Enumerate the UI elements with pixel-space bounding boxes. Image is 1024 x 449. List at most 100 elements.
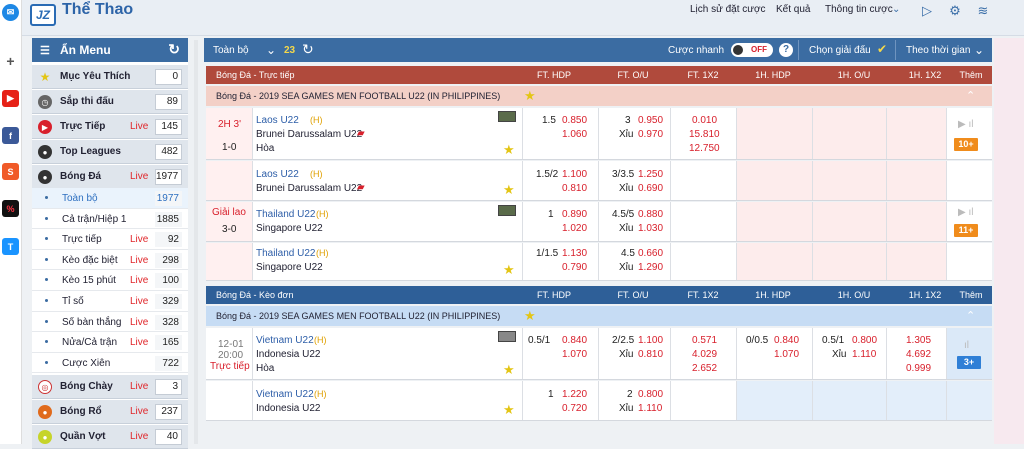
play-icon[interactable]: ▷ <box>920 4 934 18</box>
odds-cell[interactable]: 0.010 <box>692 115 717 126</box>
odds-cell[interactable]: 2.652 <box>692 363 717 374</box>
favorite-star-icon[interactable]: ★ <box>524 309 536 322</box>
wifi-icon[interactable]: ≋ <box>976 4 990 18</box>
gear-icon[interactable]: ⚙ <box>948 4 962 18</box>
odds-cell[interactable]: 1.060 <box>562 129 587 140</box>
odds-cell[interactable]: 1.100 <box>638 335 663 346</box>
chevron-down-icon[interactable]: ⌄ <box>892 4 900 15</box>
favorite-star-icon[interactable]: ★ <box>503 263 515 276</box>
favorite-star-icon[interactable]: ★ <box>503 143 515 156</box>
odds-cell[interactable]: 0.840 <box>562 335 587 346</box>
more-bets-button[interactable]: 11+ <box>954 224 978 237</box>
chevron-down-icon[interactable]: ⌄ <box>974 43 984 57</box>
odds-cell[interactable]: 1.030 <box>638 223 663 234</box>
sidebar-sub-all[interactable]: Toàn bộ 1977 <box>32 188 188 209</box>
sidebar-sub-score[interactable]: Tỉ số Live 329 <box>32 291 188 312</box>
sidebar-item-football[interactable]: ● Bóng Đá Live 1977 <box>32 165 188 189</box>
sidebar-sub-live[interactable]: Trực tiếp Live 92 <box>32 229 188 250</box>
field-icon[interactable] <box>498 331 516 342</box>
odds-cell[interactable]: 0.800 <box>852 335 877 346</box>
sidebar-item-tennis[interactable]: ● Quần Vợt Live 40 <box>32 425 188 449</box>
sidebar-header[interactable]: ☰ Ẩn Menu ↻ <box>32 38 188 62</box>
odds-cell[interactable]: 0.660 <box>638 248 663 259</box>
messenger-icon[interactable]: ✉ <box>2 4 19 21</box>
more-bets-button[interactable]: 10+ <box>954 138 978 151</box>
menu-icon[interactable]: ☰ <box>40 44 50 57</box>
quick-bet-toggle[interactable]: OFF <box>731 43 773 57</box>
odds-cell[interactable]: 1.130 <box>562 248 587 259</box>
odds-cell[interactable]: 1.305 <box>906 335 931 346</box>
chevron-down-icon[interactable]: ⌄ <box>266 43 276 57</box>
sidebar-sub-fulltime[interactable]: Cả trận/Hiệp 1 1885 <box>32 208 188 230</box>
sidebar-sub-parlay[interactable]: Cược Xiên 722 <box>32 352 188 374</box>
all-filter[interactable]: Toàn bộ <box>213 45 249 56</box>
choose-league-button[interactable]: Chọn giải đấu <box>809 45 871 56</box>
odds-cell[interactable]: 0.810 <box>638 349 663 360</box>
tiki-icon[interactable]: T <box>2 238 19 255</box>
odds-cell[interactable]: 1.020 <box>562 223 587 234</box>
sidebar-item-baseball[interactable]: ◎ Bóng Chày Live 3 <box>32 375 188 399</box>
sidebar-sub-15min[interactable]: Kèo 15 phút Live 100 <box>32 270 188 291</box>
sidebar-sub-goals[interactable]: Số bàn thắng Live 328 <box>32 311 188 333</box>
odds-cell[interactable]: 0.840 <box>774 335 799 346</box>
sidebar-item-top-leagues[interactable]: ● Top Leagues 482 <box>32 140 188 164</box>
favorite-star-icon[interactable]: ★ <box>503 403 515 416</box>
side-banner-ad[interactable] <box>994 38 1024 444</box>
odds-cell[interactable]: 1.220 <box>562 389 587 400</box>
odds-cell[interactable]: 0.690 <box>638 183 663 194</box>
odds-cell[interactable]: 1.110 <box>638 403 662 414</box>
odds-cell[interactable]: 0.790 <box>562 262 587 273</box>
nav-bet-info[interactable]: Thông tin cược <box>825 4 893 15</box>
sidebar-item-basketball[interactable]: ● Bóng Rổ Live 237 <box>32 400 188 424</box>
collapse-icon[interactable]: ⌃ <box>966 309 975 322</box>
odds-cell[interactable]: 0.850 <box>562 115 587 126</box>
odds-cell[interactable]: 4.692 <box>906 349 931 360</box>
refresh-icon[interactable]: ↻ <box>168 41 180 58</box>
more-bets-button[interactable]: 3+ <box>957 356 981 369</box>
sidebar-item-live[interactable]: ▶ Trực Tiếp Live 145 <box>32 115 188 139</box>
shopee-icon[interactable]: S <box>2 163 19 180</box>
odds-cell[interactable]: 1.070 <box>562 349 587 360</box>
odds-cell[interactable]: 0.810 <box>562 183 587 194</box>
help-button[interactable]: ? <box>779 43 793 57</box>
odds-cell[interactable]: 12.750 <box>689 143 720 154</box>
favorite-star-icon[interactable]: ★ <box>503 183 515 196</box>
sidebar-item-favorites[interactable]: ★ Mục Yêu Thích 0 <box>32 65 188 89</box>
nav-bet-history[interactable]: Lịch sử đặt cược <box>690 4 766 15</box>
odds-cell[interactable]: 0.970 <box>638 129 663 140</box>
odds-cell[interactable]: 0.999 <box>906 363 931 374</box>
collapse-icon[interactable]: ⌃ <box>966 89 975 102</box>
odds-cell[interactable]: 0.950 <box>638 115 663 126</box>
blackfriday-icon[interactable]: % <box>2 200 19 217</box>
odds-cell[interactable]: 0.880 <box>638 209 663 220</box>
add-icon[interactable]: + <box>2 52 19 69</box>
odds-cell[interactable]: 15.810 <box>689 129 720 140</box>
sidebar-item-upcoming[interactable]: ◷ Sắp thi đấu 89 <box>32 90 188 114</box>
nav-results[interactable]: Kết quả <box>776 4 810 15</box>
facebook-icon[interactable]: f <box>2 127 19 144</box>
sort-by-time[interactable]: Theo thời gian <box>906 45 970 56</box>
live-field-icon[interactable] <box>498 111 516 122</box>
odds-cell[interactable]: 0.890 <box>562 209 587 220</box>
refresh-icon[interactable]: ↻ <box>302 41 314 58</box>
sidebar-sub-special[interactable]: Kèo đặc biệt Live 298 <box>32 249 188 271</box>
league-row[interactable]: Bóng Đá - 2019 SEA GAMES MEN FOOTBALL U2… <box>206 86 992 106</box>
odds-cell[interactable]: 4.029 <box>692 349 717 360</box>
odds-cell[interactable]: 1.070 <box>774 349 799 360</box>
odds-cell[interactable]: 1.250 <box>638 169 663 180</box>
stats-icon[interactable]: ▶ ıl <box>958 119 973 130</box>
odds-cell[interactable]: 0.800 <box>638 389 663 400</box>
odds-cell[interactable]: 0.720 <box>562 403 587 414</box>
stats-icon[interactable]: ıl <box>964 340 969 351</box>
favorite-star-icon[interactable]: ★ <box>503 363 515 376</box>
stats-icon[interactable]: ▶ ıl <box>958 207 973 218</box>
odds-cell[interactable]: 1.290 <box>638 262 663 273</box>
sidebar-scrollbar[interactable] <box>194 40 198 444</box>
league-row[interactable]: Bóng Đá - 2019 SEA GAMES MEN FOOTBALL U2… <box>206 306 992 326</box>
live-field-icon[interactable] <box>498 205 516 216</box>
sidebar-sub-halffull[interactable]: Nửa/Cả trận Live 165 <box>32 332 188 353</box>
odds-cell[interactable]: 1.100 <box>562 169 587 180</box>
odds-cell[interactable]: 1.110 <box>852 349 876 360</box>
odds-cell[interactable]: 0.571 <box>692 335 717 346</box>
youtube-icon[interactable]: ▶ <box>2 90 19 107</box>
